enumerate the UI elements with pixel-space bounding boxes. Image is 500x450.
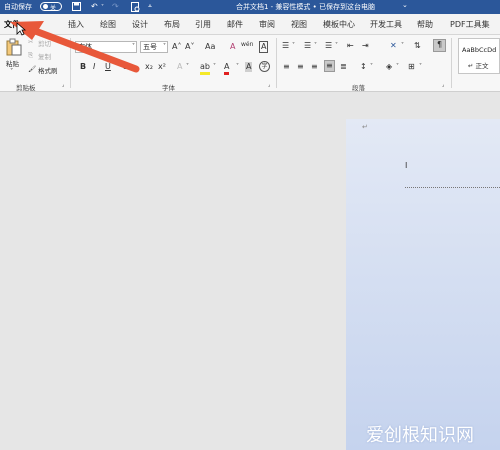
annotation-arrow — [10, 21, 140, 73]
mouse-pointer-icon — [16, 22, 26, 36]
